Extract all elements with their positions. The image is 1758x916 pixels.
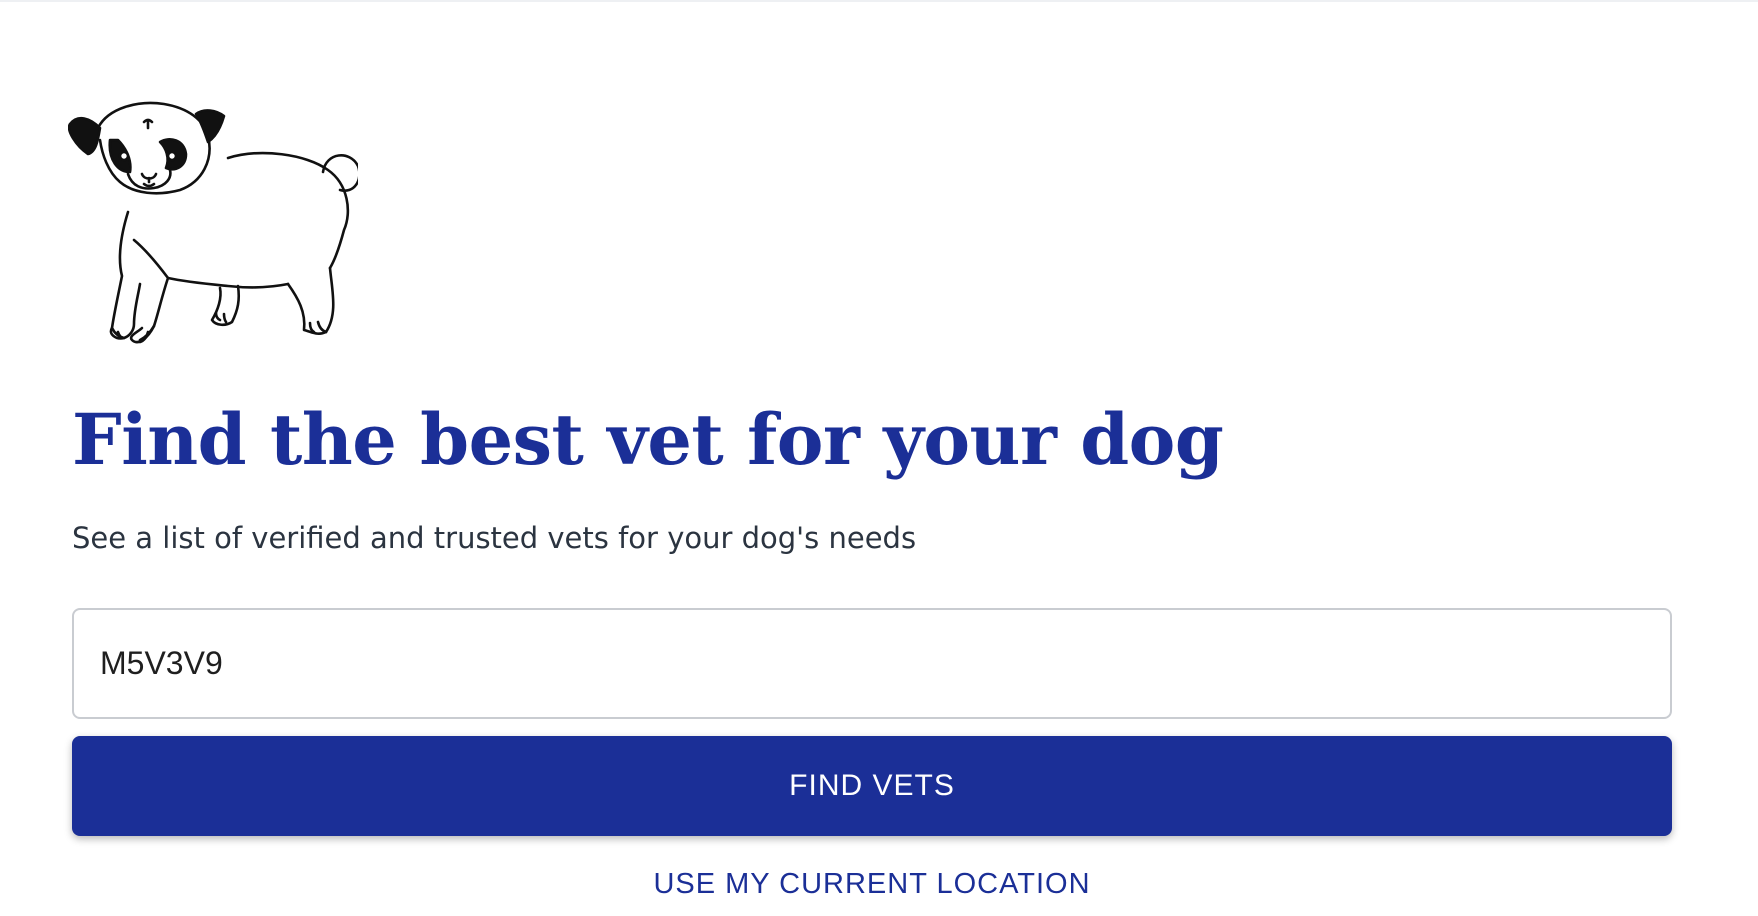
page-subtitle: See a list of verified and trusted vets …: [72, 521, 917, 555]
pug-dog-illustration-icon: [68, 101, 358, 344]
postal-code-input[interactable]: [72, 608, 1672, 719]
vet-search-hero: Find the best vet for your dog See a lis…: [0, 0, 1758, 916]
find-vets-button[interactable]: FIND VETS: [72, 736, 1672, 836]
page-title: Find the best vet for your dog: [72, 398, 1224, 481]
use-current-location-link[interactable]: USE MY CURRENT LOCATION: [72, 868, 1672, 901]
